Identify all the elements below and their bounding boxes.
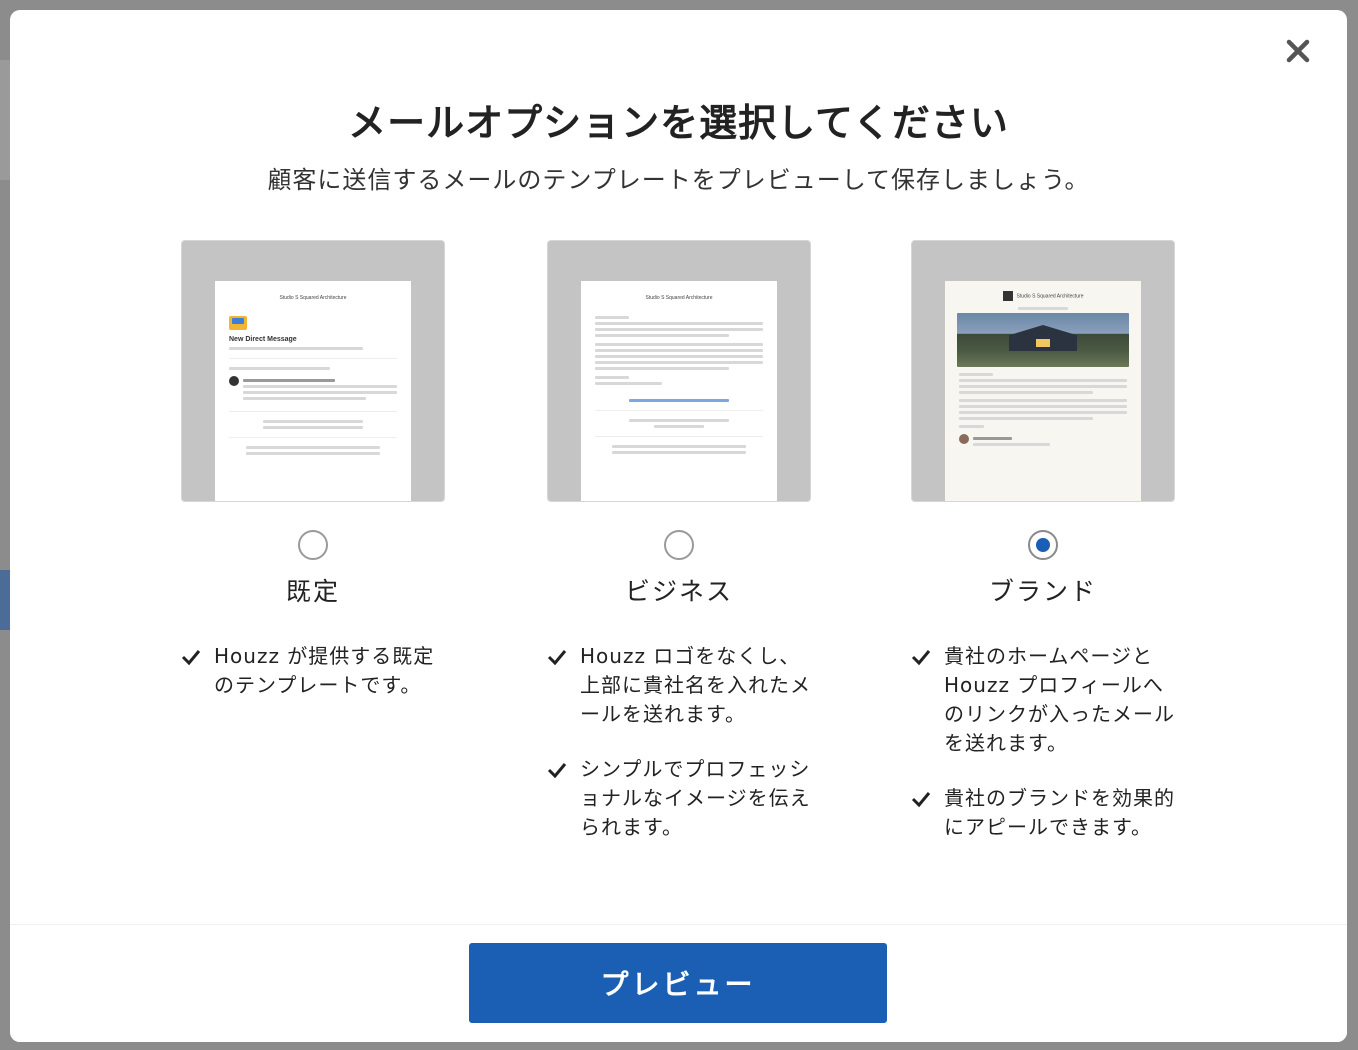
close-button[interactable] (1283, 36, 1313, 66)
company-logo-icon (1002, 291, 1013, 301)
preview-button[interactable]: プレビュー (469, 943, 887, 1023)
thumbnail-company: Studio S Squared Architecture (1016, 293, 1084, 300)
modal-title: メールオプションを選択してください (348, 101, 1009, 145)
radio-business[interactable] (664, 530, 694, 560)
check-icon (547, 763, 567, 779)
thumbnail-paper: Studio S Squared Architecture (581, 281, 777, 501)
envelope-icon (229, 316, 247, 330)
radio-default[interactable] (298, 530, 328, 560)
feature-list: 貴社のホームページと Houzz プロフィールへのリンクが入ったメールを送れます… (911, 642, 1175, 842)
option-name: ビジネス (624, 577, 733, 606)
check-icon (911, 792, 931, 808)
modal-subtitle: 顧客に送信するメールのテンプレートをプレビューして保存しましょう。 (267, 166, 1090, 194)
thumbnail-paper: Studio S Squared Architecture New Direct… (215, 281, 411, 501)
thumbnail-company: Studio S Squared Architecture (645, 295, 713, 301)
modal-footer: プレビュー (10, 924, 1347, 1042)
email-option-modal: メールオプションを選択してください 顧客に送信するメールのテンプレートをプレビュ… (10, 10, 1347, 1042)
option-brand: Studio S Squared Architecture ブランド 貴社のホー… (911, 240, 1175, 868)
background-strip (0, 60, 10, 180)
radio-brand[interactable] (1028, 530, 1058, 560)
background-strip (0, 570, 10, 630)
check-icon (181, 650, 201, 666)
feature-list: Houzz が提供する既定のテンプレートです。 (181, 642, 445, 700)
thumbnail-company: Studio S Squared Architecture (279, 295, 347, 301)
feature-item: 貴社のホームページと Houzz プロフィールへのリンクが入ったメールを送れます… (911, 642, 1175, 758)
template-thumbnail-default[interactable]: Studio S Squared Architecture New Direct… (181, 240, 445, 502)
avatar (959, 434, 969, 444)
close-icon (1286, 39, 1310, 63)
thumbnail-paper: Studio S Squared Architecture (945, 281, 1141, 501)
feature-item: シンプルでプロフェッショナルなイメージを伝えられます。 (547, 755, 811, 842)
option-name: ブランド (988, 577, 1097, 606)
template-thumbnail-business[interactable]: Studio S Squared Architecture (547, 240, 811, 502)
option-default: Studio S Squared Architecture New Direct… (181, 240, 445, 726)
template-thumbnail-brand[interactable]: Studio S Squared Architecture (911, 240, 1175, 502)
feature-item: 貴社のブランドを効果的にアピールできます。 (911, 784, 1175, 842)
feature-item: Houzz が提供する既定のテンプレートです。 (181, 642, 445, 700)
house-photo (957, 313, 1129, 367)
feature-item: Houzz ロゴをなくし、上部に貴社名を入れたメールを送れます。 (547, 642, 811, 729)
thumbnail-heading: New Direct Message (229, 336, 297, 343)
avatar (229, 376, 239, 386)
check-icon (911, 650, 931, 666)
feature-list: Houzz ロゴをなくし、上部に貴社名を入れたメールを送れます。 シンプルでプロ… (547, 642, 811, 842)
check-icon (547, 650, 567, 666)
option-name: 既定 (285, 577, 340, 606)
option-business: Studio S Squared Architecture ビジネス Houzz… (547, 240, 811, 868)
option-list: Studio S Squared Architecture New Direct… (181, 240, 1181, 880)
